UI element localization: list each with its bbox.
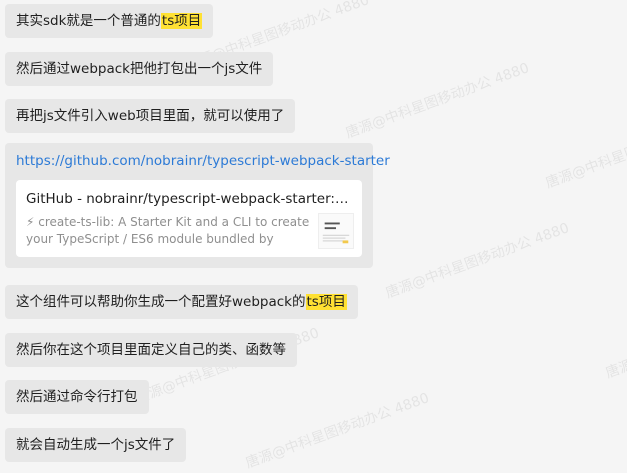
chat-message[interactable]: 就会自动生成一个js文件了: [5, 428, 187, 462]
watermark: 唐源@中科星图移动办公 4880: [343, 60, 532, 142]
chat-message[interactable]: 这个组件可以帮助你生成一个配置好webpack的ts项目: [5, 285, 358, 319]
watermark: 唐源@中科星图移动办公 4880: [243, 390, 432, 472]
message-text: 这个组件可以帮助你生成一个配置好webpack的: [16, 294, 306, 310]
watermark: 唐源@中科星图移动办公 4880: [383, 220, 572, 302]
highlighted-text: ts项目: [305, 294, 347, 310]
chat-message[interactable]: 然后通过webpack把他打包出一个js文件: [5, 52, 274, 86]
message-text: 其实sdk就是一个普通的: [16, 13, 161, 29]
preview-thumbnail: [318, 213, 354, 249]
chat-message[interactable]: 然后通过命令行打包: [5, 380, 149, 414]
watermark: 唐源@中科星图移动办公 4880: [543, 110, 627, 192]
github-link[interactable]: https://github.com/nobrainr/typescript-w…: [16, 151, 390, 171]
preview-title: GitHub - nobrainr/typescript-webpack-sta…: [26, 191, 352, 207]
chat-message[interactable]: 然后你在这个项目里面定义自己的类、函数等: [5, 333, 297, 367]
highlighted-text: ts项目: [160, 13, 203, 29]
message-text: 就会自动生成一个js文件了: [16, 437, 176, 453]
message-text: 然后你在这个项目里面定义自己的类、函数等: [16, 342, 286, 358]
message-text: 再把js文件引入web项目里面，就可以使用了: [16, 108, 285, 124]
message-text: 然后通过命令行打包: [16, 389, 138, 405]
preview-description: ⚡ create-ts-lib: A Starter Kit and a CLI…: [26, 215, 310, 246]
message-text: 然后通过webpack把他打包出一个js文件: [16, 61, 263, 77]
chat-message[interactable]: 再把js文件引入web项目里面，就可以使用了: [5, 99, 296, 133]
chat-message[interactable]: 其实sdk就是一个普通的ts项目: [5, 4, 214, 38]
watermark: 唐源@中科星图移动办公 4880: [603, 300, 627, 382]
link-preview-card[interactable]: GitHub - nobrainr/typescript-webpack-sta…: [16, 180, 362, 257]
